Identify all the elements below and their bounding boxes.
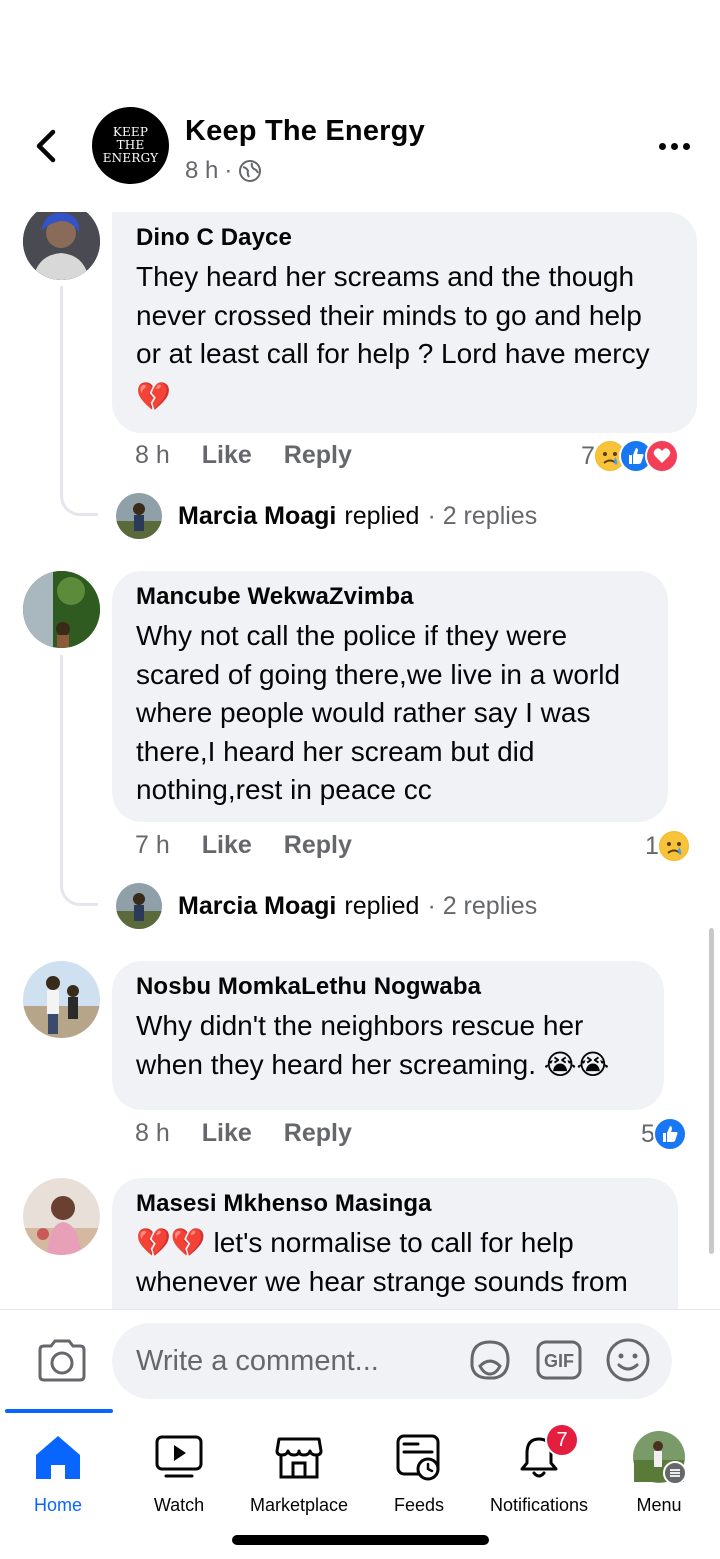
- shop-icon: [275, 1437, 323, 1479]
- comment-bubble[interactable]: Mancube WekwaZvimba Why not call the pol…: [112, 571, 668, 822]
- comment-text: Why not call the police if they were sca…: [136, 620, 621, 805]
- comment-time: 8 h: [135, 1119, 170, 1147]
- gif-icon: GIF: [536, 1340, 582, 1380]
- menu-lines-icon: [663, 1461, 687, 1485]
- avatar[interactable]: [23, 1178, 100, 1255]
- camera-button[interactable]: [36, 1338, 88, 1384]
- reaction-summary[interactable]: 5: [641, 1117, 687, 1151]
- sad-reaction-icon: [656, 829, 691, 863]
- like-reaction-icon: [652, 1117, 687, 1151]
- comment-bubble[interactable]: Dino C Dayce They heard her screams and …: [112, 212, 697, 433]
- reply-author: Marcia Moagi: [178, 501, 337, 530]
- meta-separator: ·: [224, 157, 233, 184]
- sticker-icon: [470, 1340, 510, 1380]
- replied-label: replied: [344, 501, 420, 530]
- comment-author[interactable]: Dino C Dayce: [136, 224, 673, 252]
- video-icon: [155, 1435, 203, 1478]
- post-meta: 8 h ·: [185, 157, 262, 185]
- avatar: [116, 493, 162, 539]
- more-options-button[interactable]: [656, 130, 692, 162]
- nav-label: Feeds: [393, 1495, 445, 1515]
- comment-author[interactable]: Masesi Mkhenso Masinga: [136, 1190, 654, 1218]
- nav-label: Notifications: [489, 1495, 589, 1515]
- gif-button[interactable]: GIF: [535, 1336, 583, 1384]
- emoji-button[interactable]: [604, 1336, 652, 1384]
- comment-emoji: 💔💔: [136, 1227, 206, 1258]
- thread-line: [60, 286, 98, 516]
- comment-actions: 8 h Like Reply: [135, 441, 384, 470]
- back-button[interactable]: [28, 122, 64, 170]
- avatar: [116, 883, 162, 929]
- reply-button[interactable]: Reply: [284, 441, 352, 470]
- comment-body: 💔💔 let's normalise to call for help when…: [136, 1224, 654, 1301]
- comments-list: Dino C Dayce They heard her screams and …: [0, 212, 720, 1309]
- globe-icon: [239, 160, 262, 182]
- comment-actions: 7 h Like Reply: [135, 831, 384, 860]
- nav-feeds[interactable]: Feeds: [359, 1423, 479, 1523]
- scrollbar[interactable]: [709, 928, 714, 1254]
- comment-text: They heard her screams and the though ne…: [136, 261, 650, 369]
- comment-time: 8 h: [135, 441, 170, 469]
- reply-count: · 2 replies: [427, 891, 538, 920]
- dot: [682, 142, 690, 150]
- camera-icon: [38, 1339, 86, 1382]
- reaction-summary[interactable]: 7: [581, 439, 679, 473]
- home-indicator: [232, 1535, 489, 1545]
- comment-author[interactable]: Mancube WekwaZvimba: [136, 583, 644, 611]
- nav-menu[interactable]: Menu: [599, 1423, 719, 1523]
- nav-watch[interactable]: Watch: [119, 1423, 239, 1523]
- reaction-summary[interactable]: 1: [645, 829, 691, 863]
- post-time: 8 h: [185, 157, 219, 184]
- comment-emoji: 💔: [136, 380, 171, 412]
- dot: [670, 142, 678, 150]
- post-header: KEEP THE ENERGY Keep The Energy 8 h ·: [0, 0, 720, 212]
- nav-marketplace[interactable]: Marketplace: [239, 1423, 359, 1523]
- dot: [658, 142, 666, 150]
- love-reaction-icon: [644, 439, 679, 473]
- nav-notifications[interactable]: 7 Notifications: [479, 1423, 599, 1523]
- notification-badge: 7: [545, 1423, 579, 1457]
- avatar[interactable]: [23, 571, 100, 648]
- comment-bubble[interactable]: Masesi Mkhenso Masinga 💔💔 let's normalis…: [112, 1178, 678, 1309]
- like-button[interactable]: Like: [202, 1119, 252, 1148]
- svg-text:GIF: GIF: [544, 1351, 574, 1371]
- comment-actions: 8 h Like Reply: [135, 1119, 384, 1148]
- comment-input[interactable]: [112, 1323, 672, 1399]
- nav-label: Marketplace: [249, 1495, 349, 1515]
- avatar[interactable]: [23, 212, 100, 280]
- comment-body: Why didn't the neighbors rescue her when…: [136, 1007, 640, 1084]
- replied-label: replied: [344, 891, 420, 920]
- reply-author: Marcia Moagi: [178, 891, 337, 920]
- nav-label: Watch: [153, 1495, 205, 1515]
- comment-bubble[interactable]: Nosbu MomkaLethu Nogwaba Why didn't the …: [112, 961, 664, 1110]
- comment-composer: GIF: [0, 1309, 720, 1409]
- smiley-icon: [606, 1338, 650, 1382]
- page-title[interactable]: Keep The Energy: [185, 115, 425, 148]
- reply-button[interactable]: Reply: [284, 831, 352, 860]
- avatar-logo-text: ENERGY: [102, 151, 159, 165]
- like-button[interactable]: Like: [202, 441, 252, 470]
- avatar[interactable]: [23, 961, 100, 1038]
- bottom-nav: Home Watch Marketplace Feeds 7 Notificat…: [0, 1409, 720, 1559]
- avatar-sticker-button[interactable]: [466, 1336, 514, 1384]
- like-button[interactable]: Like: [202, 831, 252, 860]
- nav-label: Home: [33, 1495, 82, 1515]
- home-icon: [36, 1436, 80, 1479]
- comment-author[interactable]: Nosbu MomkaLethu Nogwaba: [136, 973, 640, 1001]
- chevron-left-icon: [36, 129, 56, 163]
- comment-emoji: 😭😭: [543, 1048, 610, 1080]
- active-tab-indicator: [5, 1409, 113, 1413]
- nav-label: Menu: [636, 1495, 682, 1515]
- thread-line: [60, 655, 98, 906]
- reply-count: · 2 replies: [427, 501, 538, 530]
- page-avatar[interactable]: KEEP THE ENERGY: [92, 107, 169, 184]
- feeds-icon: [396, 1434, 440, 1481]
- replies-link[interactable]: Marcia Moagi replied · 2 replies: [116, 883, 537, 929]
- comment-text: Why didn't the neighbors rescue her when…: [136, 1010, 584, 1080]
- reply-button[interactable]: Reply: [284, 1119, 352, 1148]
- nav-home[interactable]: Home: [0, 1423, 118, 1523]
- comment-text: let's normalise to call for help wheneve…: [136, 1227, 628, 1297]
- replies-link[interactable]: Marcia Moagi replied · 2 replies: [116, 493, 537, 539]
- comment-time: 7 h: [135, 831, 170, 859]
